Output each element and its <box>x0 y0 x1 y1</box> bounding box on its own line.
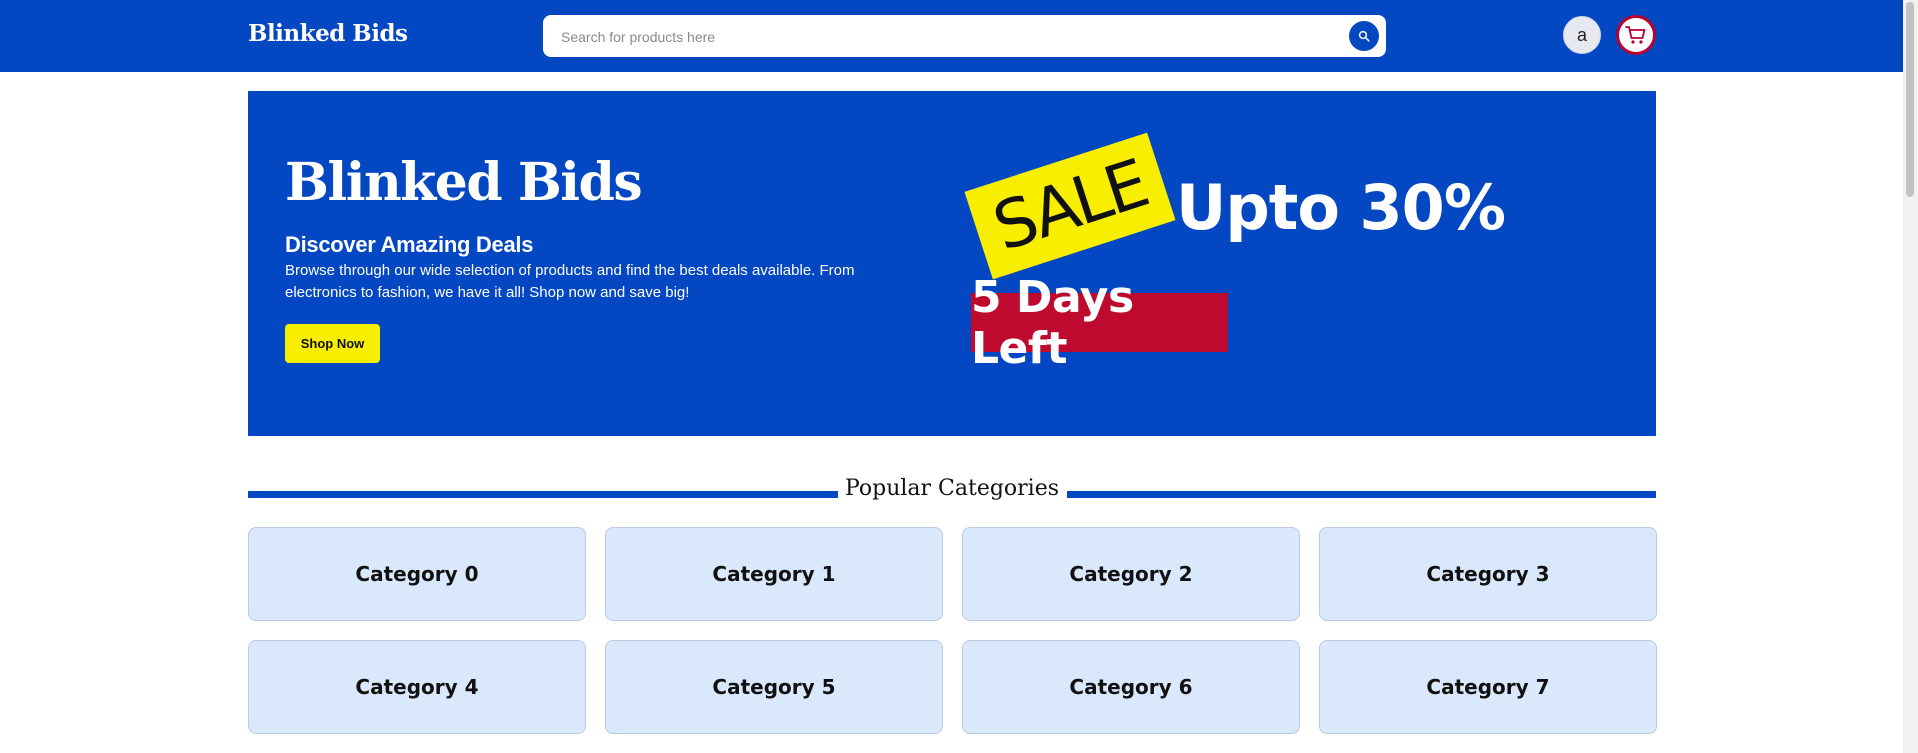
discount-text: Upto 30% <box>1176 171 1506 244</box>
popular-categories-heading: Popular Categories <box>248 474 1656 506</box>
hero-banner: Blinked Bids Discover Amazing Deals Brow… <box>248 91 1656 436</box>
category-grid: Category 0 Category 1 Category 2 Categor… <box>248 527 1657 734</box>
shop-now-button[interactable]: Shop Now <box>285 324 380 363</box>
search-input[interactable] <box>559 15 1323 59</box>
category-card[interactable]: Category 6 <box>962 640 1300 734</box>
category-label: Category 5 <box>712 675 836 699</box>
cart-button[interactable] <box>1616 15 1656 55</box>
category-card[interactable]: Category 3 <box>1319 527 1657 621</box>
sale-tag: SALE <box>964 132 1176 280</box>
user-avatar-button[interactable]: a <box>1563 16 1601 54</box>
countdown-badge: 5 Days Left <box>971 272 1228 374</box>
scrollbar-thumb[interactable] <box>1906 2 1914 197</box>
top-navbar: Blinked Bids a <box>0 0 1903 72</box>
hero-subtitle: Discover Amazing Deals <box>285 232 534 257</box>
brand-logo[interactable]: Blinked Bids <box>248 20 408 47</box>
category-label: Category 2 <box>1069 562 1193 586</box>
search-icon <box>1358 30 1370 42</box>
category-card[interactable]: Category 1 <box>605 527 943 621</box>
heading-divider-right <box>1067 491 1656 498</box>
search-bar <box>543 15 1386 59</box>
category-label: Category 4 <box>355 675 479 699</box>
category-card[interactable]: Category 0 <box>248 527 586 621</box>
sale-tag-label: SALE <box>984 144 1156 267</box>
category-card[interactable]: Category 2 <box>962 527 1300 621</box>
category-label: Category 1 <box>712 562 836 586</box>
search-button[interactable] <box>1349 21 1379 51</box>
category-label: Category 0 <box>355 562 479 586</box>
category-label: Category 3 <box>1426 562 1550 586</box>
category-card[interactable]: Category 4 <box>248 640 586 734</box>
hero-title: Blinked Bids <box>285 152 643 213</box>
hero-description: Browse through our wide selection of pro… <box>285 262 855 301</box>
category-card[interactable]: Category 7 <box>1319 640 1657 734</box>
category-label: Category 7 <box>1426 675 1550 699</box>
cart-icon <box>1625 26 1646 44</box>
category-card[interactable]: Category 5 <box>605 640 943 734</box>
category-label: Category 6 <box>1069 675 1193 699</box>
